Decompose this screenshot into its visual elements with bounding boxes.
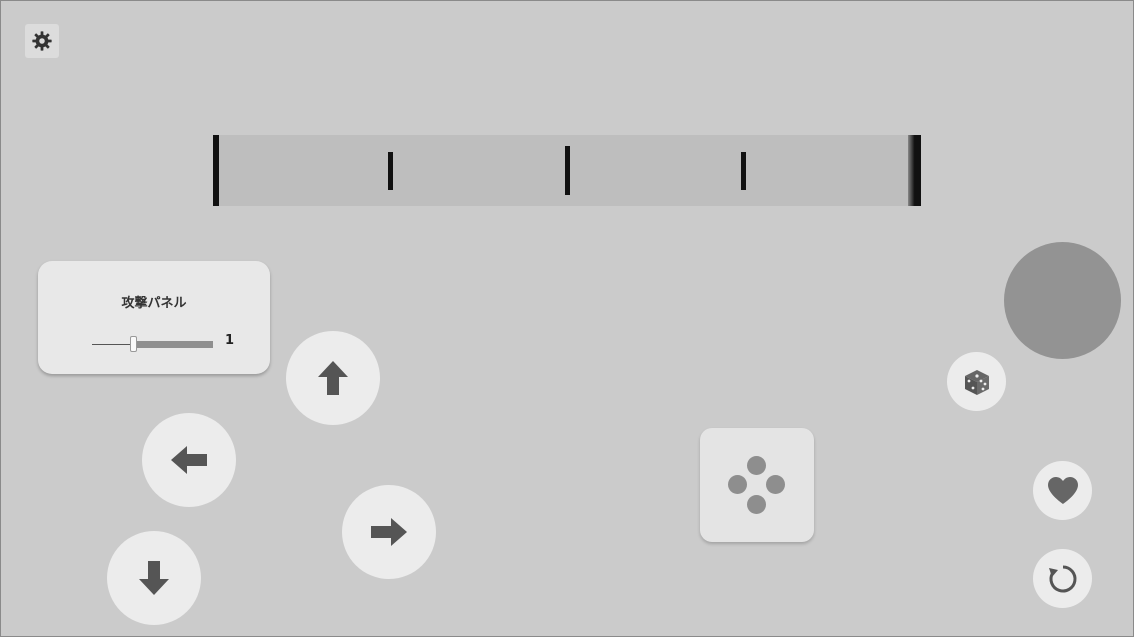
heart-icon xyxy=(1047,477,1078,504)
gauge-left-edge xyxy=(213,135,219,206)
arrow-down-icon xyxy=(139,561,169,595)
slider-track xyxy=(134,341,213,348)
attack-slider[interactable] xyxy=(92,336,214,352)
gauge-center-tick xyxy=(565,146,570,195)
arrow-up-icon xyxy=(318,361,348,395)
attack-panel-title: 攻撃パネル xyxy=(121,296,187,311)
slider-thumb[interactable] xyxy=(130,336,137,352)
reload-icon xyxy=(1048,565,1076,592)
arrow-right-icon xyxy=(371,518,407,546)
gear-icon xyxy=(32,31,52,51)
slider-value: 1 xyxy=(225,333,235,348)
action-button[interactable] xyxy=(700,428,814,542)
dpad-left-button[interactable] xyxy=(142,413,236,507)
gauge-right-edge xyxy=(908,135,921,206)
joystick-button[interactable] xyxy=(1004,242,1121,359)
attack-panel: 攻撃パネル 1 xyxy=(38,261,270,374)
reload-button[interactable] xyxy=(1033,549,1092,608)
dpad-down-button[interactable] xyxy=(107,531,201,625)
arrow-left-icon xyxy=(171,446,207,474)
dice-icon xyxy=(964,369,989,395)
gauge-tick xyxy=(388,152,393,190)
heart-button[interactable] xyxy=(1033,461,1092,520)
action-dot-left xyxy=(728,475,747,494)
slider-track-filled xyxy=(92,344,134,345)
timing-gauge xyxy=(213,135,921,206)
dpad-right-button[interactable] xyxy=(342,485,436,579)
action-dot-bottom xyxy=(747,495,766,514)
gauge-tick xyxy=(741,152,746,190)
action-dot-top xyxy=(747,456,766,475)
settings-button[interactable] xyxy=(25,24,59,58)
dpad-up-button[interactable] xyxy=(286,331,380,425)
action-dot-right xyxy=(766,475,785,494)
dice-button[interactable] xyxy=(947,352,1006,411)
